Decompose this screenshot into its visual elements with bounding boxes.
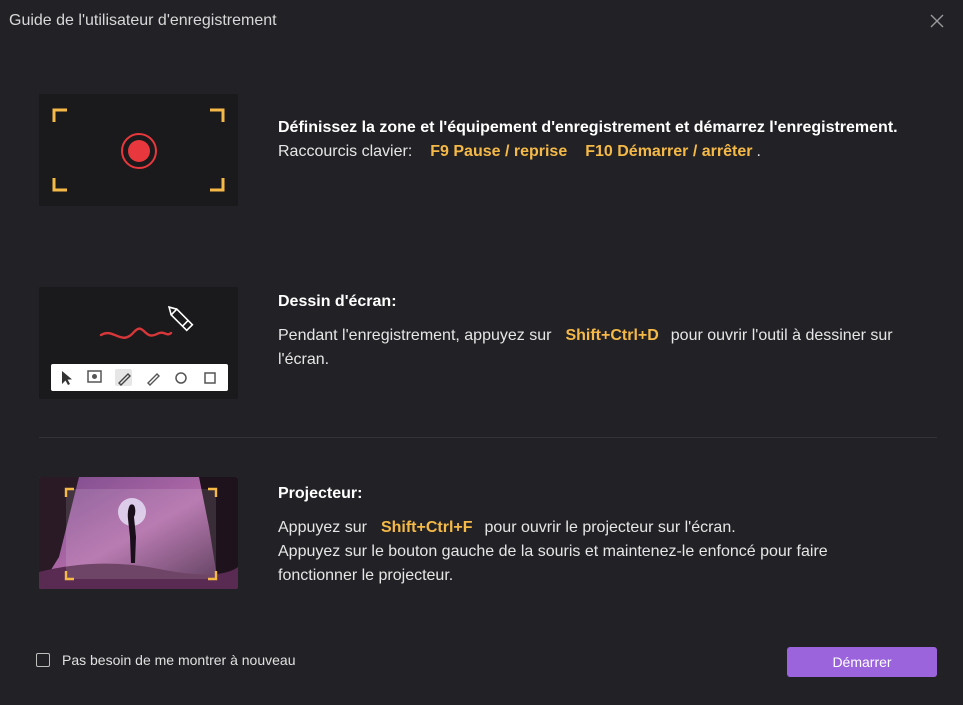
spotlight-heading: Projecteur: <box>278 485 363 502</box>
record-area-icon <box>52 108 225 192</box>
record-shortcuts: Raccourcis clavier: F9 Pause / reprise F10… <box>278 140 938 164</box>
shortcut-suffix: . <box>756 143 761 160</box>
title-bar: Guide de l'utilisateur d'enregistrement <box>0 0 963 44</box>
drawing-section: Dessin d'écran: Pendant l'enregistrement… <box>0 287 963 399</box>
spotlight-line1-suffix: pour ouvrir le projecteur sur l'écran. <box>484 519 736 536</box>
record-illustration <box>39 94 238 206</box>
spotlight-preview <box>39 477 238 589</box>
record-section: Définissez la zone et l'équipement d'enr… <box>0 94 963 206</box>
pause-shortcut: F9 Pause / reprise <box>430 143 568 160</box>
window-title: Guide de l'utilisateur d'enregistrement <box>9 12 277 29</box>
record-heading: Définissez la zone et l'équipement d'enr… <box>278 119 898 136</box>
close-icon[interactable] <box>926 10 948 32</box>
spotlight-illustration <box>39 477 238 589</box>
drawing-body-prefix: Pendant l'enregistrement, appuyez sur <box>278 327 552 344</box>
spotlight-line1-prefix: Appuyez sur <box>278 519 367 536</box>
drawing-heading: Dessin d'écran: <box>278 293 397 310</box>
drawing-text: Dessin d'écran: Pendant l'enregistrement… <box>278 290 938 372</box>
dont-show-again-checkbox[interactable]: Pas besoin de me montrer à nouveau <box>36 652 295 668</box>
record-text: Définissez la zone et l'équipement d'enr… <box>278 116 938 164</box>
start-button[interactable]: Démarrer <box>787 647 937 677</box>
spotlight-section: Projecteur: Appuyez sur Shift+Ctrl+F pour … <box>0 477 963 589</box>
spotlight-shortcut: Shift+Ctrl+F <box>380 519 473 536</box>
drawing-illustration <box>39 287 238 399</box>
spotlight-line2: Appuyez sur le bouton gauche de la souri… <box>278 543 828 584</box>
drawing-body: Pendant l'enregistrement, appuyez sur Shi… <box>278 324 938 372</box>
spotlight-text: Projecteur: Appuyez sur Shift+Ctrl+F pour … <box>278 482 938 588</box>
drawing-shortcut: Shift+Ctrl+D <box>565 327 659 344</box>
pencil-icon <box>167 305 194 332</box>
checkbox-box[interactable] <box>36 653 50 667</box>
drawing-preview <box>51 305 228 391</box>
shortcut-prefix: Raccourcis clavier: <box>278 143 413 160</box>
checkbox-label: Pas besoin de me montrer à nouveau <box>62 652 296 668</box>
section-divider <box>39 437 937 438</box>
spotlight-line1: Appuyez sur Shift+Ctrl+F pour ouvrir le pr… <box>278 516 938 540</box>
start-stop-shortcut: F10 Démarrer / arrêter <box>585 143 753 160</box>
